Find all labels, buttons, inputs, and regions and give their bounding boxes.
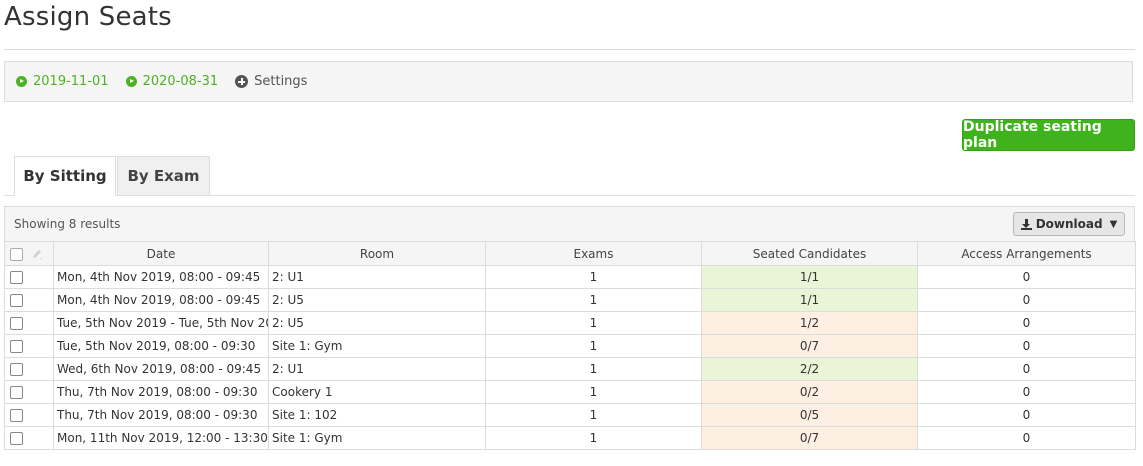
seated-candidates-cell[interactable]: 0/5	[701, 403, 918, 427]
access-arrangements-cell: 0	[917, 357, 1136, 381]
seated-candidates-cell[interactable]: 0/7	[701, 426, 918, 450]
select-all-checkbox[interactable]	[10, 247, 23, 261]
date-cell: Thu, 7th Nov 2019, 08:00 - 09:30	[53, 403, 269, 427]
results-toolbar: Showing 8 results Download ▼	[4, 206, 1135, 242]
row-checkbox[interactable]	[10, 409, 23, 422]
room-cell: 2: U1	[268, 357, 486, 381]
seated-candidates-cell[interactable]: 2/2	[701, 357, 918, 381]
row-checkbox[interactable]	[10, 294, 23, 307]
select-all-header	[4, 241, 54, 266]
table-row[interactable]: Tue, 5th Nov 2019, 08:00 - 09:30 Site 1: …	[4, 334, 1136, 358]
caret-down-icon: ▼	[1109, 218, 1118, 230]
row-select-cell	[4, 334, 54, 358]
row-select-cell	[4, 380, 54, 404]
seated-candidates-cell[interactable]: 1/1	[701, 265, 918, 289]
table-body: Mon, 4th Nov 2019, 08:00 - 09:45 2: U1 1 1/…	[4, 265, 1136, 450]
start-date-label: 2019-11-01	[33, 74, 109, 89]
exams-cell: 1	[485, 311, 702, 335]
room-cell: 2: U5	[268, 288, 486, 312]
end-date-label: 2020-08-31	[142, 74, 219, 89]
page-title: Assign Seats	[4, 2, 172, 32]
access-arrangements-cell: 0	[917, 380, 1136, 404]
date-cell: Mon, 4th Nov 2019, 08:00 - 09:45	[53, 265, 269, 289]
row-checkbox[interactable]	[10, 271, 23, 284]
date-cell: Mon, 4th Nov 2019, 08:00 - 09:45	[53, 288, 269, 312]
seated-candidates-cell[interactable]: 0/2	[701, 380, 918, 404]
access-arrangements-cell: 0	[917, 426, 1136, 450]
sittings-table: Date Room Exams Seated Candidates Access…	[4, 241, 1136, 450]
access-arrangements-cell: 0	[917, 288, 1136, 312]
plus-circle-icon	[235, 75, 249, 88]
table-row[interactable]: Thu, 7th Nov 2019, 08:00 - 09:30 Cookery …	[4, 380, 1136, 404]
row-select-cell	[4, 311, 54, 335]
table-row[interactable]: Wed, 6th Nov 2019, 08:00 - 09:45 2: U1 1 2/…	[4, 357, 1136, 381]
column-header-access-arrangements[interactable]: Access Arrangements	[917, 241, 1136, 266]
pencil-icon[interactable]	[31, 248, 43, 260]
access-arrangements-cell: 0	[917, 265, 1136, 289]
download-icon	[1020, 218, 1032, 230]
room-cell: Site 1: Gym	[268, 426, 486, 450]
title-divider	[4, 49, 1135, 50]
settings-label: Settings	[254, 74, 308, 89]
row-checkbox[interactable]	[10, 363, 23, 376]
date-cell: Mon, 11th Nov 2019, 12:00 - 13:30	[53, 426, 269, 450]
tab-by-exam[interactable]: By Exam	[117, 156, 210, 196]
table-row[interactable]: Thu, 7th Nov 2019, 08:00 - 09:30 Site 1: …	[4, 403, 1136, 427]
exams-cell: 1	[485, 334, 702, 358]
download-label: Download	[1035, 217, 1103, 231]
column-header-seated-candidates[interactable]: Seated Candidates	[701, 241, 918, 266]
exams-cell: 1	[485, 265, 702, 289]
results-count: Showing 8 results	[14, 217, 121, 231]
start-date-filter[interactable]: 2019-11-01	[16, 74, 109, 89]
row-checkbox[interactable]	[10, 317, 23, 330]
table-row[interactable]: Mon, 4th Nov 2019, 08:00 - 09:45 2: U1 1 1/…	[4, 265, 1136, 289]
filter-bar: 2019-11-01 2020-08-31 Settings	[4, 61, 1133, 102]
table-row[interactable]: Mon, 4th Nov 2019, 08:00 - 09:45 2: U5 1 1/…	[4, 288, 1136, 312]
tabs-divider	[4, 195, 1135, 196]
tab-by-sitting[interactable]: By Sitting	[14, 156, 116, 196]
row-checkbox[interactable]	[10, 386, 23, 399]
row-select-cell	[4, 357, 54, 381]
row-select-cell	[4, 265, 54, 289]
room-cell: Cookery 1	[268, 380, 486, 404]
room-cell: 2: U1	[268, 265, 486, 289]
date-cell: Tue, 5th Nov 2019, 08:00 - 09:30	[53, 334, 269, 358]
seated-candidates-cell[interactable]: 1/1	[701, 288, 918, 312]
play-circle-icon	[16, 76, 27, 87]
play-circle-icon	[125, 76, 137, 87]
date-cell: Thu, 7th Nov 2019, 08:00 - 09:30	[53, 380, 269, 404]
row-checkbox[interactable]	[10, 340, 23, 353]
access-arrangements-cell: 0	[917, 311, 1136, 335]
table-header-row: Date Room Exams Seated Candidates Access…	[4, 241, 1136, 266]
exams-cell: 1	[485, 357, 702, 381]
row-checkbox[interactable]	[10, 432, 23, 445]
seated-candidates-cell[interactable]: 0/7	[701, 334, 918, 358]
date-cell: Tue, 5th Nov 2019 - Tue, 5th Nov 2019	[53, 311, 269, 335]
settings-toggle[interactable]: Settings	[235, 74, 307, 89]
access-arrangements-cell: 0	[917, 403, 1136, 427]
table-row[interactable]: Tue, 5th Nov 2019 - Tue, 5th Nov 2019 2: …	[4, 311, 1136, 335]
room-cell: Site 1: 102	[268, 403, 486, 427]
exams-cell: 1	[485, 380, 702, 404]
room-cell: Site 1: Gym	[268, 334, 486, 358]
date-cell: Wed, 6th Nov 2019, 08:00 - 09:45	[53, 357, 269, 381]
column-header-date[interactable]: Date	[53, 241, 269, 266]
seated-candidates-cell[interactable]: 1/2	[701, 311, 918, 335]
row-select-cell	[4, 288, 54, 312]
row-select-cell	[4, 403, 54, 427]
room-cell: 2: U5	[268, 311, 486, 335]
table-row[interactable]: Mon, 11th Nov 2019, 12:00 - 13:30 Site 1:…	[4, 426, 1136, 450]
exams-cell: 1	[485, 426, 702, 450]
exams-cell: 1	[485, 403, 702, 427]
access-arrangements-cell: 0	[917, 334, 1136, 358]
duplicate-seating-plan-button[interactable]: Duplicate seating plan	[962, 119, 1135, 151]
column-header-exams[interactable]: Exams	[485, 241, 702, 266]
column-header-room[interactable]: Room	[268, 241, 486, 266]
download-button[interactable]: Download ▼	[1013, 212, 1125, 236]
end-date-filter[interactable]: 2020-08-31	[125, 74, 219, 89]
exams-cell: 1	[485, 288, 702, 312]
row-select-cell	[4, 426, 54, 450]
